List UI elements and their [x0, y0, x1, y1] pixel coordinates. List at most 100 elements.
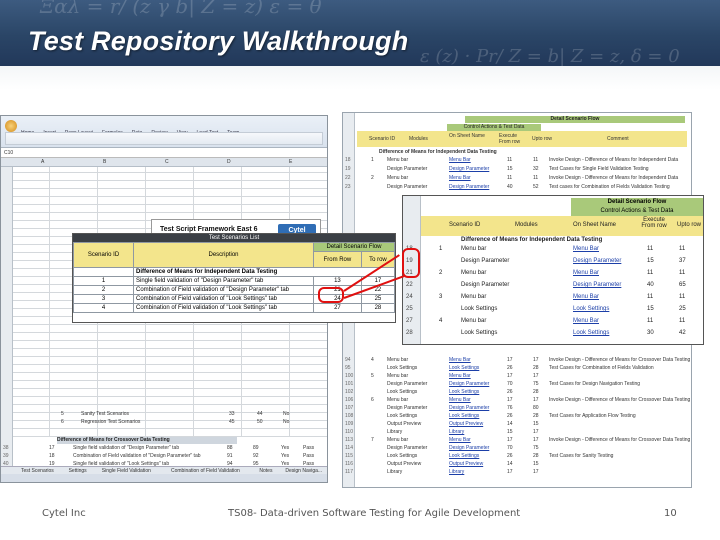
cell-id: 18 [49, 453, 55, 459]
back-table-header: Scenario ID Modules On Sheet Name Execut… [357, 131, 687, 147]
row-numbers [1, 167, 13, 469]
table-row: 109 Output Preview Output Preview 14 15 [345, 421, 687, 429]
cell-desc: Regression Test Scenarios [81, 419, 141, 425]
front-col-sheet: On Sheet Name [573, 222, 617, 228]
cell-to: 25 [679, 306, 686, 312]
office-button-icon[interactable] [5, 120, 17, 132]
cell-to: 75 [533, 381, 539, 387]
row-number: 115 [345, 453, 353, 459]
cell-comment: Invoke Design - Difference of Means for … [549, 157, 679, 163]
cell-sheet-link[interactable]: Menu Bar [573, 294, 599, 300]
cell-sheet-link[interactable]: Output Preview [449, 461, 483, 467]
cell-from: 11 [507, 175, 513, 181]
back-col-modules: Modules [409, 136, 428, 142]
detail-flow-sheet-front[interactable]: Detail Scenario Flow Control Actions & T… [402, 195, 704, 345]
tsl-cell-id: 2 [73, 285, 134, 295]
tsl-row[interactable]: 4 Combination of Field validation of "Loo… [73, 303, 395, 313]
cell-sheet-link[interactable]: Look Settings [573, 330, 609, 336]
front-control-header: Control Actions & Test Data [571, 207, 703, 216]
title-band: Ξαλ = r/ (z γ b| Z = z) ε = θ ε (z) · Pr… [0, 0, 720, 66]
cell-id: 4 [439, 318, 443, 324]
cell-sheet-link[interactable]: Look Settings [573, 306, 609, 312]
front-col-execute: Execute From row [641, 217, 667, 229]
slide-title: Test Repository Walkthrough [28, 26, 409, 56]
cell-to: 17 [533, 469, 539, 475]
row-number: 110 [345, 429, 353, 435]
cell-sheet-link[interactable]: Library [449, 469, 464, 475]
cell-module: Look Settings [387, 453, 418, 459]
formula-bar[interactable]: C10 [1, 148, 327, 158]
column-header[interactable]: C [165, 159, 169, 165]
cell-sheet-link[interactable]: Look Settings [449, 365, 479, 371]
cell-sheet-link[interactable]: Look Settings [449, 413, 479, 419]
cell-id: 1 [371, 157, 374, 163]
cell-sheet-link[interactable]: Menu Bar [573, 246, 599, 252]
tsl-cell-to: 25 [360, 294, 395, 304]
highlight-row-numbers [402, 248, 420, 278]
cell-sheet-link[interactable]: Design Parameter [449, 184, 489, 190]
table-row: 19 Design Parameter Design Parameter 15 32 Te… [345, 166, 687, 175]
cell-sheet-link[interactable]: Design Parameter [573, 258, 621, 264]
cell-module: Menu bar [387, 397, 409, 403]
table-row: 102 Look Settings Look Settings 26 28 [345, 389, 687, 397]
cell-module: Menu bar [387, 357, 409, 363]
column-header[interactable]: D [227, 159, 231, 165]
cell-sheet-link[interactable]: Look Settings [449, 389, 479, 395]
table-row: 94 4 Menu bar Menu Bar 17 17 Invoke Design - D… [345, 357, 690, 365]
cell-module: Menu bar [387, 373, 409, 379]
column-header[interactable]: B [103, 159, 106, 165]
cell-sheet-link[interactable]: Design Parameter [449, 381, 489, 387]
cell-sheet-link[interactable]: Menu Bar [573, 318, 599, 324]
cell-id: 7 [371, 437, 374, 443]
cell-sheet-link[interactable]: Menu Bar [449, 357, 471, 363]
cell-module: Output Preview [387, 461, 422, 467]
cell-from: 11 [647, 270, 654, 276]
cell-sheet-link[interactable]: Menu Bar [449, 373, 471, 379]
cell-from: 76 [507, 405, 513, 411]
cell-sheet-link[interactable]: Menu Bar [449, 397, 471, 403]
name-box[interactable]: C10 [4, 150, 13, 156]
cell-sheet-link[interactable]: Menu Bar [449, 175, 471, 181]
cell-sheet-link[interactable]: Look Settings [449, 453, 479, 459]
cell-module: Menu bar [461, 294, 487, 300]
cell-from: 15 [507, 166, 513, 172]
row-number: 113 [345, 437, 353, 443]
tsl-cell-to: 28 [360, 303, 395, 313]
front-group-title: Difference of Means for Independent Data… [461, 237, 603, 243]
cell-to: 15 [533, 461, 539, 467]
table-row: 39 18 Combination of Field validation of "… [3, 453, 327, 461]
cell-sheet-link[interactable]: Output Preview [449, 421, 483, 427]
status-bar [1, 474, 327, 482]
cell-module: Look Settings [387, 413, 418, 419]
cell-sheet-link[interactable]: Design Parameter [449, 405, 489, 411]
row-number: 27 [406, 318, 413, 324]
cell-sheet-link[interactable]: Menu Bar [449, 437, 471, 443]
row-number: 25 [406, 306, 413, 312]
cell-from: 70 [507, 381, 513, 387]
column-header[interactable]: A [41, 159, 44, 165]
cell-module: Menu bar [461, 270, 487, 276]
row-number: 19 [345, 166, 351, 172]
cell-module: Look Settings [387, 389, 418, 395]
cell-sheet-link[interactable]: Design Parameter [449, 166, 489, 172]
table-row: 100 5 Menu bar Menu Bar 17 17 [345, 373, 687, 381]
row-number: 39 [3, 453, 9, 459]
tsl-row[interactable]: 1 Single field validation of "Design Para… [73, 276, 395, 286]
cell-id: 17 [49, 445, 55, 451]
cell-sheet-link[interactable]: Library [449, 429, 464, 435]
cell-sheet-link[interactable]: Design Parameter [573, 282, 621, 288]
cell-to: 75 [533, 445, 539, 451]
cell-from: 15 [647, 258, 654, 264]
cell-sheet-link[interactable]: Menu Bar [449, 157, 471, 163]
cell-sheet-link[interactable]: Design Parameter [449, 445, 489, 451]
test-scenarios-list[interactable]: Test Scenarios List Scenario ID Descript… [72, 233, 396, 323]
row-number: 95 [345, 365, 351, 371]
cell-from: 17 [507, 373, 513, 379]
cell-id: 4 [371, 357, 374, 363]
cell-sheet-link[interactable]: Menu Bar [573, 270, 599, 276]
column-header[interactable]: E [289, 159, 292, 165]
cell-module: Menu bar [461, 318, 487, 324]
cell-a: 88 [227, 445, 233, 451]
tsl-col-scenario: Scenario ID [73, 242, 134, 268]
back-group-title: Difference of Means for Independent Data… [379, 149, 497, 155]
